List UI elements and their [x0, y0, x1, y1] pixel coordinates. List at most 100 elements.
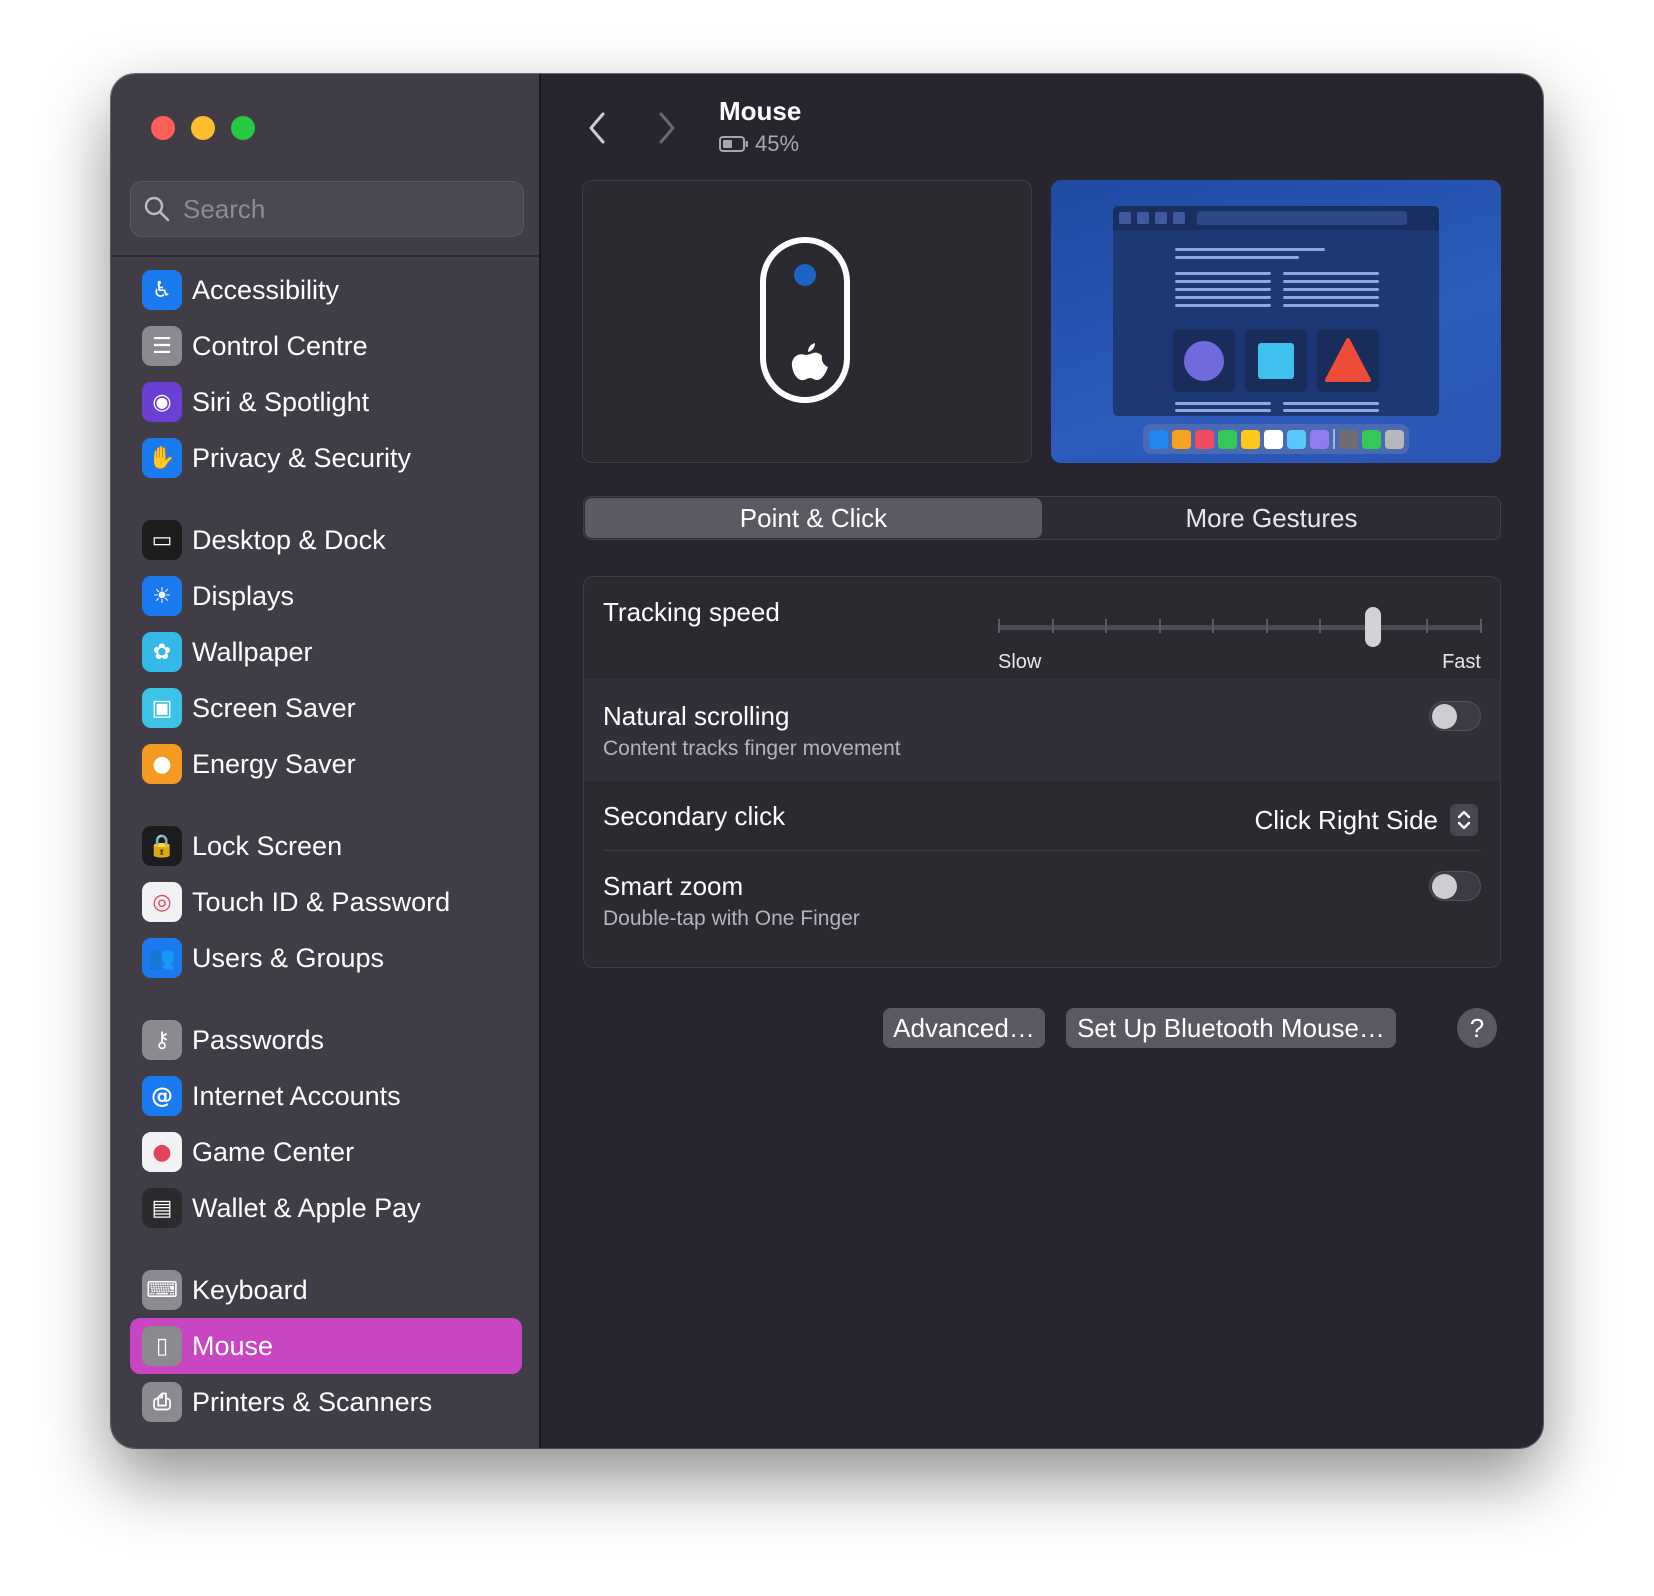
- sidebar-item-label: Printers & Scanners: [192, 1386, 433, 1417]
- users-icon: 👥: [142, 938, 182, 978]
- sidebar-item-privacy-security[interactable]: ✋ Privacy & Security: [130, 430, 522, 486]
- sidebar-item-label: Users & Groups: [192, 942, 385, 973]
- magic-mouse-icon: [760, 237, 850, 403]
- flower-icon: ✿: [142, 632, 182, 672]
- slider-min-label: Slow: [998, 651, 1042, 673]
- hand-icon: ✋: [142, 438, 182, 478]
- sidebar-item-game-center[interactable]: ● Game Center: [130, 1124, 522, 1180]
- secondary-click-row: Secondary click Click Right Side: [584, 781, 1500, 851]
- search-input[interactable]: [183, 193, 503, 225]
- zoom-button[interactable]: [231, 116, 255, 140]
- advanced-button[interactable]: Advanced…: [883, 1008, 1045, 1048]
- minimize-button[interactable]: [191, 116, 215, 140]
- forward-chevron-icon[interactable]: [653, 108, 681, 148]
- slider-tick: [1480, 619, 1482, 633]
- accessibility-icon: ♿: [142, 270, 182, 310]
- slider-tick: [1265, 619, 1268, 633]
- demo-circle-tile: [1173, 330, 1235, 392]
- page-title: Mouse: [719, 96, 802, 126]
- tracking-speed-slider[interactable]: [998, 607, 1482, 647]
- sidebar-item-label: Lock Screen: [192, 830, 343, 861]
- slider-tick: [1158, 619, 1161, 633]
- sidebar-item-lock-screen[interactable]: 🔒 Lock Screen: [130, 818, 522, 874]
- sidebar-item-label: Siri & Spotlight: [192, 386, 370, 417]
- sidebar-item-label: Keyboard: [192, 1274, 308, 1305]
- back-chevron-icon[interactable]: [583, 108, 611, 148]
- sidebar-item-label: Desktop & Dock: [192, 524, 386, 555]
- tracking-speed-label: Tracking speed: [603, 597, 780, 627]
- natural-scrolling-toggle[interactable]: [1429, 701, 1481, 731]
- sidebar-item-siri-spotlight[interactable]: ◉ Siri & Spotlight: [130, 374, 522, 430]
- slider-tick: [1319, 619, 1322, 633]
- bulb-icon: ●: [142, 744, 182, 784]
- sidebar-item-energy-saver[interactable]: ● Energy Saver: [130, 736, 522, 792]
- sidebar-item-label: Energy Saver: [192, 748, 356, 779]
- tab-point-and-click[interactable]: Point & Click: [585, 498, 1042, 538]
- sidebar-item-label: Passwords: [192, 1024, 325, 1055]
- sidebar-item-label: Screen Saver: [192, 692, 356, 723]
- title-block: Mouse 45%: [719, 96, 801, 157]
- secondary-click-popup[interactable]: Click Right Side: [1254, 803, 1478, 837]
- setup-bluetooth-mouse-button[interactable]: Set Up Bluetooth Mouse…: [1066, 1008, 1396, 1048]
- sidebar-divider: [111, 255, 539, 257]
- sidebar-item-desktop-dock[interactable]: ▭ Desktop & Dock: [130, 512, 522, 568]
- slider-thumb[interactable]: [1364, 607, 1381, 647]
- slider-tick: [1051, 619, 1054, 633]
- sidebar-item-label: Game Center: [192, 1136, 355, 1167]
- sidebar-item-label: Displays: [192, 580, 295, 611]
- demo-triangle-tile: [1317, 330, 1379, 392]
- sidebar-item-label: Internet Accounts: [192, 1080, 401, 1111]
- sidebar-item-wallpaper[interactable]: ✿ Wallpaper: [130, 624, 522, 680]
- battery-percentage: 45%: [755, 131, 800, 156]
- printer-icon: ⎙: [142, 1382, 182, 1422]
- sidebar-item-internet-accounts[interactable]: @ Internet Accounts: [130, 1068, 522, 1124]
- sidebar-nav: ♿ Accessibility ☰ Control Centre ◉ Siri & Spo…: [130, 262, 522, 1430]
- smart-zoom-row: Smart zoom Double-tap with One Finger: [584, 851, 1500, 967]
- sidebar-item-label: Wallpaper: [192, 636, 313, 667]
- demo-toolbar: [1113, 206, 1439, 230]
- sidebar-item-keyboard[interactable]: ⌨ Keyboard: [130, 1262, 522, 1318]
- help-button[interactable]: ?: [1457, 1008, 1497, 1048]
- smart-zoom-toggle[interactable]: [1429, 871, 1481, 901]
- sidebar-item-control-centre[interactable]: ☰ Control Centre: [130, 318, 522, 374]
- sidebar-item-wallet-apple-pay[interactable]: ▤ Wallet & Apple Pay: [130, 1180, 522, 1236]
- slider-tick: [1105, 619, 1108, 633]
- traffic-lights: [151, 116, 255, 140]
- sidebar-item-touch-id-password[interactable]: ◎ Touch ID & Password: [130, 874, 522, 930]
- tracking-speed-row: Tracking speed Slow Fast: [584, 577, 1500, 679]
- slider-track: [998, 625, 1482, 630]
- titlebar: Mouse 45%: [541, 94, 1543, 164]
- sidebar-item-accessibility[interactable]: ♿ Accessibility: [130, 262, 522, 318]
- slider-max-label: Fast: [1442, 651, 1481, 673]
- gesture-demo-preview: [1051, 180, 1501, 463]
- sidebar-item-displays[interactable]: ☀ Displays: [130, 568, 522, 624]
- sidebar-item-printers-scanners[interactable]: ⎙ Printers & Scanners: [130, 1374, 522, 1430]
- sidebar-item-screen-saver[interactable]: ▣ Screen Saver: [130, 680, 522, 736]
- mouse-icon: ▯: [142, 1326, 182, 1366]
- lock-icon: 🔒: [142, 826, 182, 866]
- sidebar-item-mouse[interactable]: ▯ Mouse: [130, 1318, 522, 1374]
- close-button[interactable]: [151, 116, 175, 140]
- wallet-icon: ▤: [142, 1188, 182, 1228]
- at-icon: @: [142, 1076, 182, 1116]
- sidebar-item-passwords[interactable]: ⚷ Passwords: [130, 1012, 522, 1068]
- settings-window: ♿ Accessibility ☰ Control Centre ◉ Siri & Spo…: [111, 74, 1543, 1448]
- sidebar-item-label: Control Centre: [192, 330, 368, 361]
- settings-group: Tracking speed Slow Fast Natural scrolli…: [583, 576, 1501, 968]
- main-pane: Mouse 45% Point & Click More Gestures Tr…: [541, 74, 1543, 1448]
- sidebar-item-users-groups[interactable]: 👥 Users & Groups: [130, 930, 522, 986]
- smart-zoom-label: Smart zoom: [603, 871, 744, 901]
- chevron-up-down-icon: [1450, 804, 1478, 836]
- game-center-icon: ●: [142, 1132, 182, 1172]
- siri-icon: ◉: [142, 382, 182, 422]
- smart-zoom-sub: Double-tap with One Finger: [603, 907, 860, 930]
- screen-saver-icon: ▣: [142, 688, 182, 728]
- tab-more-gestures[interactable]: More Gestures: [1043, 497, 1500, 539]
- sun-icon: ☀: [142, 576, 182, 616]
- tab-bar: Point & Click More Gestures: [583, 496, 1501, 540]
- sidebar-item-label: Accessibility: [192, 274, 340, 305]
- sidebar-item-label: Wallet & Apple Pay: [192, 1192, 421, 1223]
- search-field[interactable]: [130, 181, 524, 237]
- control-centre-icon: ☰: [142, 326, 182, 366]
- sidebar-item-label: Mouse: [192, 1330, 274, 1361]
